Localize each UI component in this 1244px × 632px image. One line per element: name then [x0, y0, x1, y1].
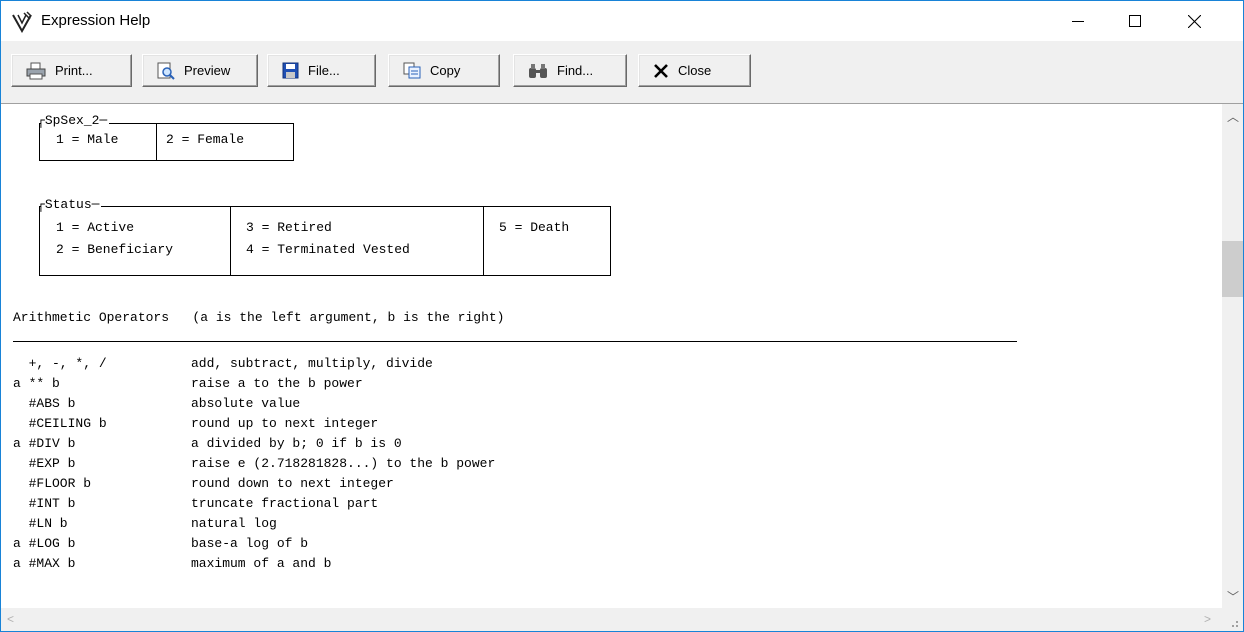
copy-button[interactable]: Copy	[388, 54, 500, 87]
close-x-icon	[654, 63, 668, 78]
operator-name: +, -, *, /	[13, 356, 107, 371]
maximize-icon	[1129, 15, 1141, 27]
status-table	[39, 206, 611, 276]
column-divider	[230, 207, 231, 275]
operator-description: raise a to the b power	[191, 376, 363, 391]
operator-name: #FLOOR b	[13, 476, 92, 491]
file-label: File...	[308, 63, 340, 78]
window-close-button[interactable]	[1171, 1, 1217, 41]
preview-button[interactable]: Preview	[142, 54, 258, 87]
operator-description: truncate fractional part	[191, 496, 379, 511]
expression-app-icon	[12, 11, 32, 33]
title-bar[interactable]: Expression Help	[1, 1, 1243, 41]
operator-name: a #DIV b	[13, 436, 76, 451]
operator-description: natural log	[191, 516, 277, 531]
status-cell-retired: 3 = Retired	[246, 220, 332, 235]
minimize-button[interactable]	[1055, 1, 1101, 41]
status-cell-terminated-vested: 4 = Terminated Vested	[246, 242, 410, 257]
status-cell-death: 5 = Death	[499, 220, 570, 235]
resize-grip[interactable]	[1222, 608, 1243, 631]
help-content[interactable]: ┌SpSex_2─ 1 = Male 2 = Female ┌Status─ 1…	[1, 104, 1221, 608]
operator-description: a divided by b; 0 if b is 0	[191, 436, 402, 451]
scroll-up-arrow-icon[interactable]: ︿	[1227, 108, 1239, 125]
copy-label: Copy	[430, 63, 461, 78]
maximize-button[interactable]	[1112, 1, 1158, 41]
vertical-scrollbar[interactable]: ︿ ﹀	[1222, 104, 1243, 608]
print-button[interactable]: Print...	[11, 54, 132, 87]
close-icon	[1187, 14, 1201, 28]
operator-name: a #MAX b	[13, 556, 76, 571]
section-divider	[13, 341, 1017, 342]
toolbar: Print... Preview File... Copy Find... Cl…	[1, 41, 1243, 104]
window-title: Expression Help	[41, 12, 151, 29]
horizontal-scrollbar[interactable]: < >	[1, 608, 1222, 631]
column-divider	[483, 207, 484, 275]
copy-icon	[403, 62, 421, 79]
operator-name: #EXP b	[13, 456, 76, 471]
column-divider	[156, 124, 157, 160]
status-cell-active: 1 = Active	[56, 220, 135, 235]
scroll-right-arrow-icon[interactable]: >	[1204, 612, 1211, 626]
spsex-title-text: SpSex_2	[44, 113, 100, 128]
status-title-text: Status	[44, 197, 92, 212]
minimize-icon	[1072, 21, 1084, 22]
spsex-cell-2: 2 = Female	[166, 132, 245, 147]
operator-name: #INT b	[13, 496, 76, 511]
scroll-down-arrow-icon[interactable]: ﹀	[1227, 588, 1239, 605]
binoculars-icon	[529, 63, 547, 78]
operator-description: add, subtract, multiply, divide	[191, 356, 433, 371]
spsex-title: ┌SpSex_2─	[37, 113, 110, 128]
operator-description: round up to next integer	[191, 416, 379, 431]
operator-name: #LN b	[13, 516, 68, 531]
status-cell-beneficiary: 2 = Beneficiary	[56, 242, 174, 257]
operator-name: a #LOG b	[13, 536, 76, 551]
preview-label: Preview	[184, 63, 231, 78]
resize-grip-icon	[1232, 621, 1238, 627]
scroll-left-arrow-icon[interactable]: <	[7, 612, 14, 626]
vertical-scroll-thumb[interactable]	[1222, 241, 1243, 297]
operator-description: absolute value	[191, 396, 301, 411]
spsex-cell-1: 1 = Male	[56, 132, 119, 147]
preview-icon	[157, 62, 175, 80]
operator-name: a ** b	[13, 376, 60, 391]
floppy-disk-icon	[282, 62, 299, 79]
close-button[interactable]: Close	[638, 54, 751, 87]
close-label: Close	[678, 63, 712, 78]
operator-description: raise e (2.718281828...) to the b power	[191, 456, 496, 471]
find-label: Find...	[557, 63, 594, 78]
file-button[interactable]: File...	[267, 54, 376, 87]
arithmetic-section-title: Arithmetic Operators (a is the left argu…	[13, 310, 505, 325]
print-label: Print...	[55, 63, 93, 78]
find-button[interactable]: Find...	[513, 54, 627, 87]
status-title: ┌Status─	[37, 197, 102, 212]
operator-name: #ABS b	[13, 396, 76, 411]
operator-description: round down to next integer	[191, 476, 394, 491]
operator-description: base-a log of b	[191, 536, 309, 551]
operator-name: #CEILING b	[13, 416, 107, 431]
expression-help-window: Expression Help Print... Preview File...…	[0, 0, 1244, 632]
printer-icon	[26, 62, 46, 79]
operator-description: maximum of a and b	[191, 556, 332, 571]
